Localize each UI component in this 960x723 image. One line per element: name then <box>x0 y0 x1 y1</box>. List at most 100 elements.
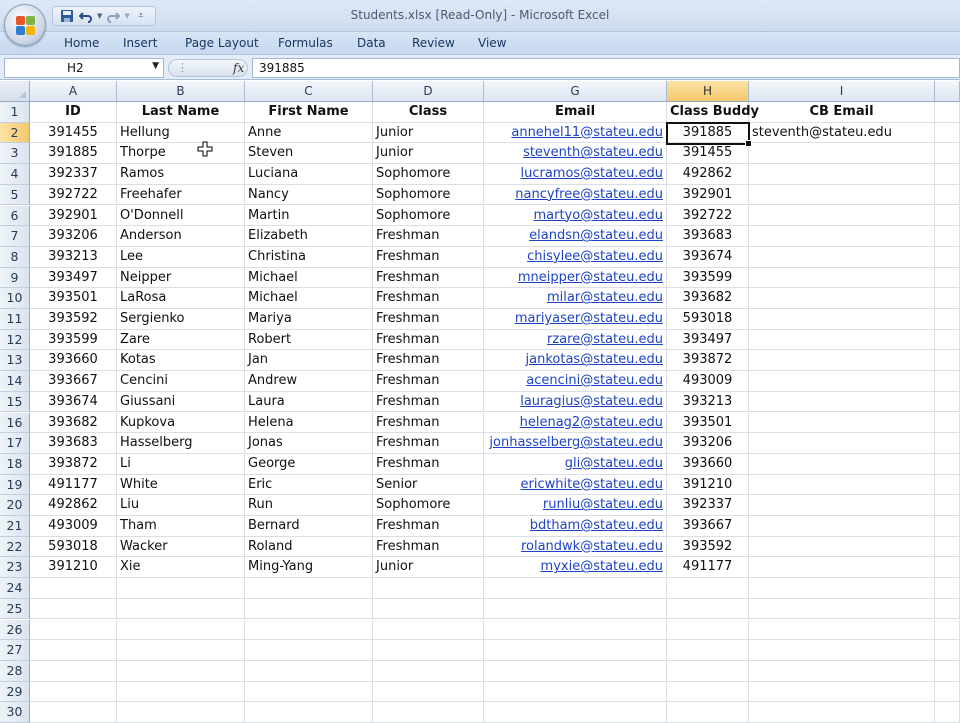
cell-empty[interactable] <box>935 309 960 330</box>
cell-empty[interactable] <box>117 619 245 641</box>
cell-first[interactable]: Jonas <box>245 433 373 454</box>
cell-last[interactable]: Wacker <box>117 536 245 558</box>
cell-empty[interactable] <box>667 660 749 682</box>
cell-empty[interactable] <box>30 578 117 599</box>
cell-empty[interactable] <box>935 184 960 206</box>
cell-empty[interactable] <box>245 640 373 661</box>
cell-cb-email[interactable] <box>749 205 935 227</box>
cell-empty[interactable] <box>373 681 484 703</box>
cell-class[interactable]: Freshman <box>373 412 484 434</box>
cell-last[interactable]: Sergienko <box>117 309 245 330</box>
cell-empty[interactable] <box>935 412 960 434</box>
cell-empty[interactable] <box>667 640 749 661</box>
cell-class[interactable]: Freshman <box>373 350 484 372</box>
cell-empty[interactable] <box>935 433 960 454</box>
cell-buddy[interactable]: 393592 <box>667 536 749 558</box>
row-header-5[interactable]: 5 <box>0 184 30 206</box>
cell-email[interactable]: steventh@stateu.edu <box>484 143 667 165</box>
cell-id[interactable]: 393674 <box>30 391 117 413</box>
cell-id[interactable]: 393667 <box>30 371 117 392</box>
row-header-23[interactable]: 23 <box>0 557 30 579</box>
cell-cb-email[interactable] <box>749 536 935 558</box>
cell-id[interactable]: 393213 <box>30 246 117 268</box>
email-link[interactable]: mneipper@stateu.edu <box>518 270 663 285</box>
cell-empty[interactable] <box>935 453 960 475</box>
cell-buddy[interactable]: 492862 <box>667 164 749 185</box>
formula-input[interactable]: 391885 <box>252 58 960 78</box>
cell-cb-email[interactable] <box>749 184 935 206</box>
cell-buddy[interactable]: 493009 <box>667 371 749 392</box>
cell-empty[interactable] <box>935 598 960 620</box>
cell-email[interactable]: helenag2@stateu.edu <box>484 412 667 434</box>
cell-empty[interactable] <box>484 640 667 661</box>
cell-last[interactable]: Lee <box>117 246 245 268</box>
cell-last[interactable]: O'Donnell <box>117 205 245 227</box>
column-header-h[interactable]: H <box>667 81 749 102</box>
cell-empty[interactable] <box>117 640 245 661</box>
row-header-6[interactable]: 6 <box>0 205 30 227</box>
cell-first[interactable]: Robert <box>245 329 373 351</box>
cell-id[interactable]: 593018 <box>30 536 117 558</box>
cell-email[interactable]: bdtham@stateu.edu <box>484 516 667 537</box>
cell-id[interactable]: 393872 <box>30 453 117 475</box>
cell-empty[interactable] <box>667 681 749 703</box>
tab-view[interactable]: View <box>478 36 506 50</box>
cell-email[interactable]: mariyaser@stateu.edu <box>484 309 667 330</box>
row-header-26[interactable]: 26 <box>0 619 30 641</box>
cell-first[interactable]: Luciana <box>245 164 373 185</box>
email-link[interactable]: nancyfree@stateu.edu <box>515 187 663 202</box>
email-link[interactable]: ericwhite@stateu.edu <box>521 477 663 492</box>
cell-empty[interactable] <box>484 578 667 599</box>
cell-empty[interactable] <box>749 640 935 661</box>
cell-empty[interactable] <box>935 640 960 661</box>
cell-class[interactable]: Freshman <box>373 516 484 537</box>
row-header-17[interactable]: 17 <box>0 433 30 454</box>
cell-email[interactable]: milar@stateu.edu <box>484 288 667 309</box>
cell-cb-email[interactable] <box>749 391 935 413</box>
cell-class[interactable]: Freshman <box>373 433 484 454</box>
cell-empty[interactable] <box>117 681 245 703</box>
cell-last[interactable]: Cencini <box>117 371 245 392</box>
cell-cb-email[interactable]: steventh@stateu.edu <box>749 122 935 144</box>
cell-first[interactable]: Christina <box>245 246 373 268</box>
cell-empty[interactable] <box>30 660 117 682</box>
cell-empty[interactable] <box>935 288 960 309</box>
cell-class[interactable]: Freshman <box>373 391 484 413</box>
cell-first[interactable]: Andrew <box>245 371 373 392</box>
row-header-20[interactable]: 20 <box>0 495 30 516</box>
cell-last[interactable]: Kupkova <box>117 412 245 434</box>
cell-empty[interactable] <box>749 660 935 682</box>
cell-class[interactable]: Freshman <box>373 246 484 268</box>
cell-buddy[interactable]: 393213 <box>667 391 749 413</box>
cell-empty[interactable] <box>373 660 484 682</box>
cell-empty[interactable] <box>484 598 667 620</box>
email-link[interactable]: milar@stateu.edu <box>547 290 663 305</box>
cell-id[interactable]: 392337 <box>30 164 117 185</box>
cell-empty[interactable] <box>667 578 749 599</box>
cell-first[interactable]: Roland <box>245 536 373 558</box>
cell-empty[interactable] <box>935 557 960 579</box>
cell-empty[interactable] <box>935 246 960 268</box>
row-header-3[interactable]: 3 <box>0 143 30 165</box>
cell-buddy[interactable]: 392337 <box>667 495 749 516</box>
cell-class[interactable]: Junior <box>373 143 484 165</box>
cell-last[interactable]: Ramos <box>117 164 245 185</box>
email-link[interactable]: myxie@stateu.edu <box>541 559 663 574</box>
cell-class[interactable]: Sophomore <box>373 184 484 206</box>
cell-empty[interactable] <box>117 578 245 599</box>
email-link[interactable]: annehel11@stateu.edu <box>511 125 663 140</box>
row-header-8[interactable]: 8 <box>0 246 30 268</box>
cell-email[interactable]: acencini@stateu.edu <box>484 371 667 392</box>
cell-empty[interactable] <box>935 619 960 641</box>
cell-cb-email[interactable] <box>749 350 935 372</box>
cell-empty[interactable] <box>935 267 960 289</box>
cell-header-last-name[interactable]: Last Name <box>117 102 245 123</box>
office-button[interactable] <box>4 4 46 46</box>
row-header-10[interactable]: 10 <box>0 288 30 309</box>
cell-cb-email[interactable] <box>749 557 935 579</box>
row-header-19[interactable]: 19 <box>0 474 30 496</box>
email-link[interactable]: bdtham@stateu.edu <box>530 518 663 533</box>
cell-cb-email[interactable] <box>749 516 935 537</box>
cell-empty[interactable] <box>749 681 935 703</box>
cell-empty[interactable] <box>245 681 373 703</box>
